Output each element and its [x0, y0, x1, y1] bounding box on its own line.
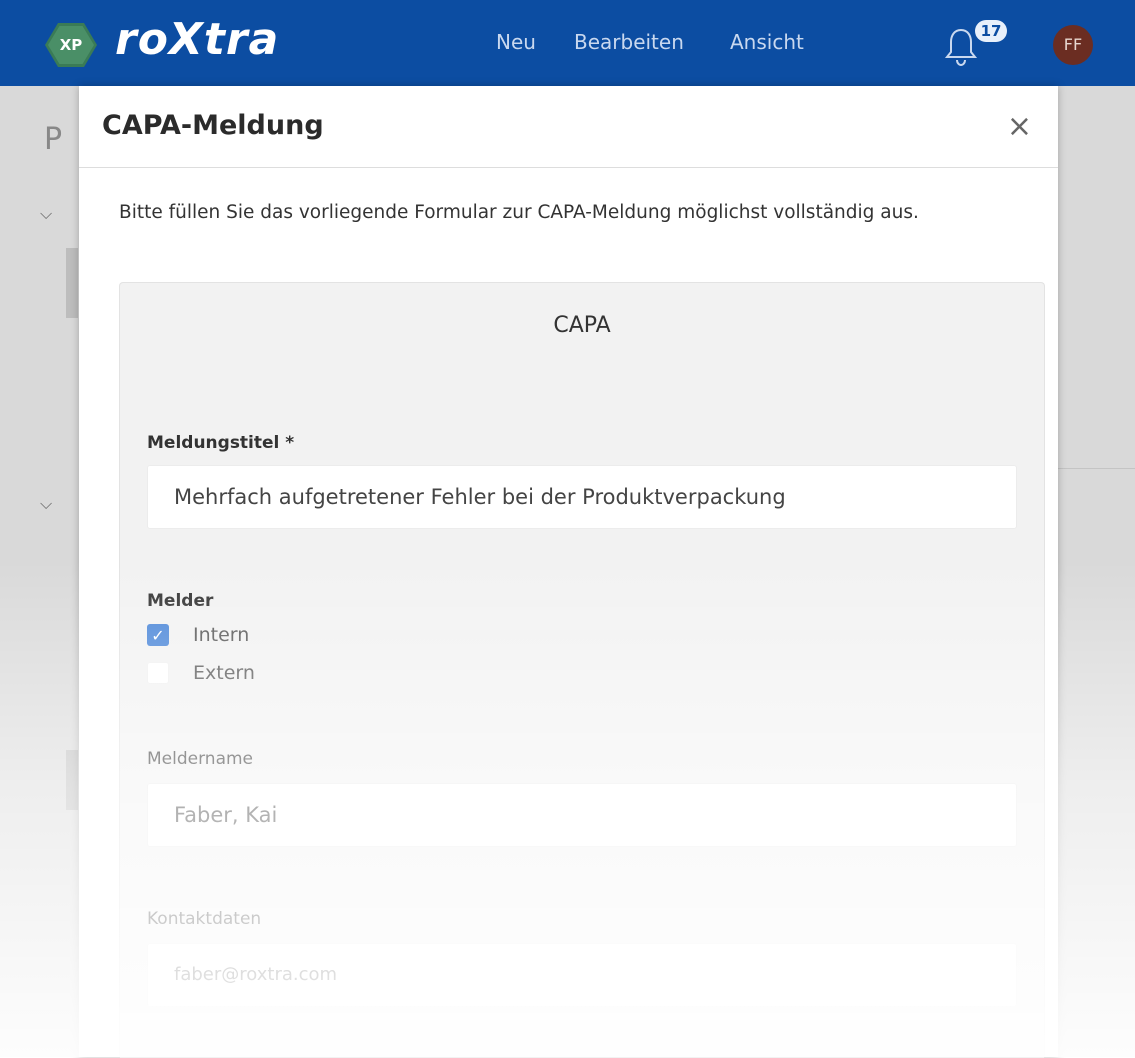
close-icon[interactable]: × — [1007, 112, 1032, 142]
meldungstitel-label: Meldungstitel * — [147, 433, 295, 453]
xp-logo-badge: XP — [45, 23, 97, 67]
menu-neu[interactable]: Neu — [496, 30, 536, 54]
background-bar — [66, 750, 78, 810]
checkbox-checked[interactable]: ✓ — [147, 624, 169, 646]
roxtra-logo[interactable]: roXtra — [115, 14, 279, 65]
chevron-down-icon: ⌵ — [40, 204, 53, 223]
checkbox-unchecked[interactable] — [147, 662, 169, 684]
meldername-label: Meldername — [147, 749, 254, 769]
background-divider — [1058, 468, 1135, 469]
capa-form-panel: CAPA Meldungstitel * Mehrfach aufgetrete… — [119, 282, 1045, 1058]
modal-header: CAPA-Meldung × — [79, 86, 1058, 168]
melder-option-intern[interactable]: ✓ Intern — [147, 623, 249, 647]
capa-modal-dialog: CAPA-Meldung × Bitte füllen Sie das vorl… — [79, 86, 1058, 1058]
checkbox-label: Intern — [193, 624, 250, 646]
menu-ansicht[interactable]: Ansicht — [730, 30, 804, 54]
notification-count-badge[interactable]: 17 — [975, 20, 1007, 42]
user-avatar[interactable]: FF — [1053, 25, 1093, 65]
menu-bearbeiten[interactable]: Bearbeiten — [574, 30, 684, 54]
xp-logo-badge-text: XP — [59, 36, 83, 54]
melder-label: Melder — [147, 591, 214, 611]
background-bar — [66, 248, 78, 318]
background-page-title: P — [44, 122, 63, 157]
meldungstitel-input[interactable]: Mehrfach aufgetretener Fehler bei der Pr… — [147, 465, 1017, 529]
meldername-input[interactable]: Faber, Kai — [147, 783, 1017, 847]
panel-title: CAPA — [553, 313, 611, 338]
modal-title: CAPA-Meldung — [102, 110, 324, 141]
bell-icon[interactable] — [944, 26, 978, 68]
chevron-down-icon: ⌵ — [40, 494, 53, 513]
kontaktdaten-label: Kontaktdaten — [147, 909, 262, 929]
melder-option-extern[interactable]: Extern — [147, 661, 255, 685]
kontaktdaten-input[interactable]: faber@roxtra.com — [147, 943, 1017, 1007]
checkbox-label: Extern — [193, 662, 255, 684]
top-navigation-bar: XP roXtra Neu Bearbeiten Ansicht 17 FF — [0, 0, 1135, 86]
form-intro-text: Bitte füllen Sie das vorliegende Formula… — [119, 202, 919, 223]
